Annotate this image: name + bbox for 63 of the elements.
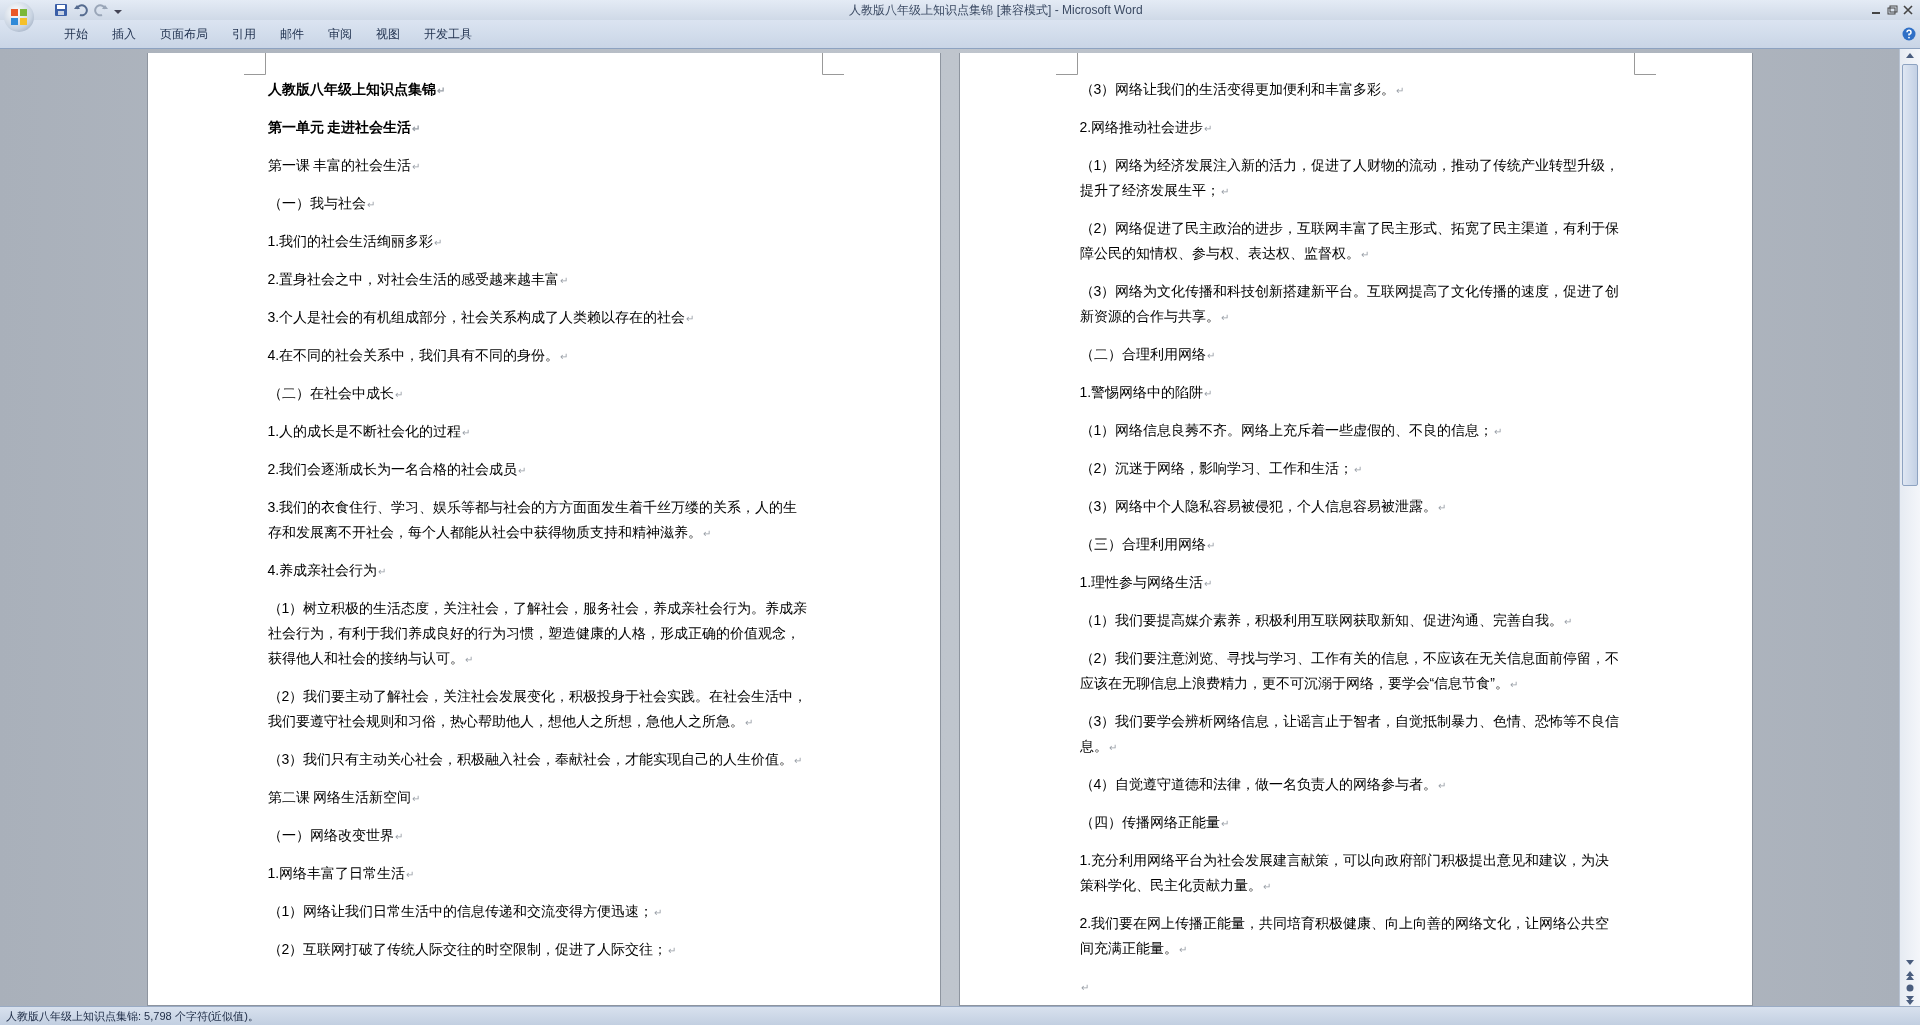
document-paragraph: （2）沉迷于网络，影响学习、工作和生活；↵	[1079, 459, 1364, 478]
vertical-scrollbar[interactable]	[1899, 49, 1920, 1006]
document-paragraph: 2.网络推动社会进步↵	[1079, 118, 1214, 137]
scroll-up-icon[interactable]	[1905, 51, 1915, 61]
document-paragraph: 4.养成亲社会行为↵	[267, 561, 388, 580]
document-paragraph: （1）网络信息良莠不齐。网络上充斥着一些虚假的、不良的信息；↵	[1079, 421, 1504, 440]
ribbon-tab[interactable]: 邮件	[268, 22, 316, 46]
document-paragraph: （1）网络为经济发展注入新的活力，促进了人财物的流动，推动了传统产业转型升级，提升了经济发展生平；↵	[1079, 156, 1621, 200]
office-button[interactable]	[4, 2, 34, 32]
document-paragraph: 2.我们会逐渐成长为一名合格的社会成员↵	[267, 460, 528, 479]
restore-icon[interactable]	[1886, 4, 1898, 16]
document-paragraph: （3）网络中个人隐私容易被侵犯，个人信息容易被泄露。↵	[1079, 497, 1448, 516]
document-paragraph: （一）网络改变世界↵	[267, 826, 404, 845]
document-paragraph: ↵	[1079, 981, 1090, 995]
document-paragraph: （一）我与社会↵	[267, 194, 376, 213]
document-paragraph: 1.警惕网络中的陷阱↵	[1079, 383, 1214, 402]
document-paragraph: （3）网络为文化传播和科技创新搭建新平台。互联网提高了文化传播的速度，促进了创新资源的合作与共享。↵	[1079, 282, 1621, 326]
help-icon[interactable]	[1902, 27, 1916, 41]
status-text: 人教版八年级上知识点集锦: 5,798 个字符(近似值)。	[5, 1008, 260, 1024]
browse-object-icon[interactable]	[1905, 983, 1915, 993]
document-paragraph: 2.置身社会之中，对社会生活的感受越来越丰富↵	[267, 270, 570, 289]
document-paragraph: 4.在不同的社会关系中，我们具有不同的身份。↵	[267, 346, 570, 365]
save-icon[interactable]	[54, 3, 68, 17]
close-icon[interactable]	[1902, 4, 1914, 16]
logo-icon	[10, 8, 28, 26]
document-paragraph: （4）自觉遵守道德和法律，做一名负责人的网络参与者。↵	[1079, 775, 1448, 794]
document-paragraph: 3.个人是社会的有机组成部分，社会关系构成了人类赖以存在的社会↵	[267, 308, 696, 327]
ribbon-tab[interactable]: 开发工具	[412, 22, 484, 46]
ribbon-tab[interactable]: 插入	[100, 22, 148, 46]
ribbon-tab[interactable]: 开始	[52, 22, 100, 46]
document-paragraph: 1.人的成长是不断社会化的过程↵	[267, 422, 472, 441]
document-paragraph: （2）互联网打破了传统人际交往的时空限制，促进了人际交往；↵	[267, 940, 678, 959]
document-paragraph: 1.充分利用网络平台为社会发展建言献策，可以向政府部门积极提出意见和建议，为决策科学化、民主化贡献力量。↵	[1079, 851, 1611, 895]
document-paragraph: （2）我们要主动了解社会，关注社会发展变化，积极投身于社会实践。在社会生活中，我们要遵守社会规则和习俗，热心帮助他人，想他人之所想，急他人之所急。↵	[267, 687, 809, 731]
document-paragraph: 1.我们的社会生活绚丽多彩↵	[267, 232, 444, 251]
document-paragraph: （四）传播网络正能量↵	[1079, 813, 1230, 832]
scroll-down-icon[interactable]	[1905, 957, 1915, 967]
ribbon-tab[interactable]: 视图	[364, 22, 412, 46]
document-paragraph: （2）我们要注意浏览、寻找与学习、工作有关的信息，不应该在无关信息面前停留，不应该在无聊信息上浪费精力，更不可沉溺于网络，要学会“信息节食”。↵	[1079, 649, 1621, 693]
document-paragraph: （二）在社会中成长↵	[267, 384, 404, 403]
document-paragraph: 第一课 丰富的社会生活↵	[267, 156, 422, 175]
document-heading: 人教版八年级上知识点集锦↵	[267, 80, 446, 99]
document-paragraph: （1）我们要提高媒介素养，积极利用互联网获取新知、促进沟通、完善自我。↵	[1079, 611, 1574, 630]
undo-icon[interactable]	[74, 3, 88, 17]
previous-page-icon[interactable]	[1905, 970, 1915, 980]
window-title: 人教版八年级上知识点集锦 [兼容模式] - Microsoft Word	[848, 1, 1144, 19]
document-paragraph: （二）合理利用网络↵	[1079, 345, 1216, 364]
document-paragraph: （3）网络让我们的生活变得更加便利和丰富多彩。↵	[1079, 80, 1406, 99]
document-paragraph: 第二课 网络生活新空间↵	[267, 788, 422, 807]
document-paragraph: 1.理性参与网络生活↵	[1079, 573, 1214, 592]
document-paragraph: （2）网络促进了民主政治的进步，互联网丰富了民主形式、拓宽了民主渠道，有利于保障公民的知情权、参与权、表达权、监督权。↵	[1079, 219, 1621, 263]
document-paragraph: 3.我们的衣食住行、学习、娱乐等都与社会的方方面面发生着千丝万缕的关系，人的生存和发展离不开社会，每个人都能从社会中获得物质支持和精神滋养。↵	[267, 498, 799, 542]
document-paragraph: 2.我们要在网上传播正能量，共同培育积极健康、向上向善的网络文化，让网络公共空间充满正能量。↵	[1079, 914, 1611, 958]
document-paragraph: （3）我们要学会辨析网络信息，让谣言止于智者，自觉抵制暴力、色情、恐怖等不良信息。↵	[1079, 712, 1621, 756]
document-paragraph: （1）网络让我们日常生活中的信息传递和交流变得方便迅速；↵	[267, 902, 664, 921]
document-heading: 第一单元 走进社会生活↵	[267, 118, 422, 137]
ribbon-tab[interactable]: 引用	[220, 22, 268, 46]
document-paragraph: （三）合理利用网络↵	[1079, 535, 1216, 554]
ribbon-tab[interactable]: 审阅	[316, 22, 364, 46]
document-paragraph: 1.网络丰富了日常生活↵	[267, 864, 416, 883]
document-paragraph: （3）我们只有主动关心社会，积极融入社会，奉献社会，才能实现自己的人生价值。↵	[267, 750, 804, 769]
document-paragraph: （1）树立积极的生活态度，关注社会，了解社会，服务社会，养成亲社会行为。养成亲社会行为，有利于我们养成良好的行为习惯，塑造健康的人格，形成正确的价值观念，获得他人和社会的接纳与认可。↵	[267, 599, 809, 668]
ribbon-tab[interactable]: 页面布局	[148, 22, 220, 46]
